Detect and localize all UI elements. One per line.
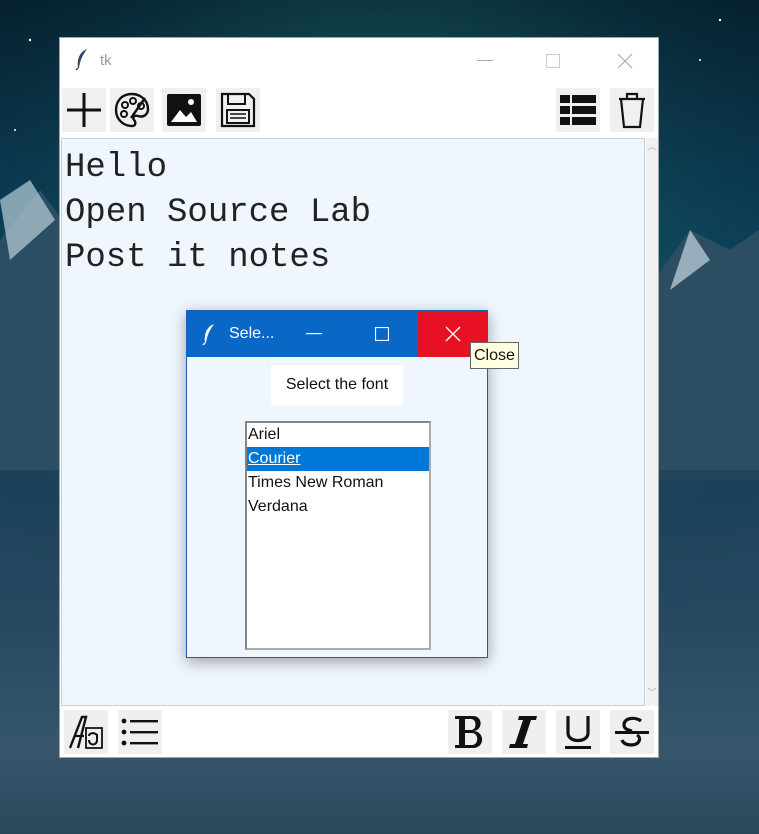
minimize-button[interactable] — [462, 38, 508, 84]
dialog-title-bar[interactable]: Sele... — [187, 311, 487, 357]
close-button[interactable] — [602, 38, 648, 84]
dialog-title: Sele... — [229, 325, 275, 342]
image-button[interactable] — [162, 88, 206, 132]
note-line: Hello — [65, 149, 168, 187]
dialog-minimize-button[interactable] — [291, 311, 337, 357]
feather-icon — [201, 323, 217, 349]
save-button[interactable] — [216, 88, 260, 132]
close-tooltip: Close — [470, 342, 519, 369]
palette-icon — [114, 92, 150, 128]
underline-button[interactable] — [556, 710, 600, 754]
list-item[interactable]: Verdana — [247, 495, 429, 519]
window-title: tk — [100, 52, 112, 69]
bullet-list-button[interactable] — [118, 710, 162, 754]
minimize-icon — [306, 333, 322, 335]
list-view-icon — [560, 95, 596, 125]
font-button[interactable] — [64, 710, 108, 754]
delete-button[interactable] — [610, 88, 654, 132]
bottom-toolbar — [60, 707, 658, 757]
note-line: Open Source Lab — [65, 194, 372, 232]
list-item[interactable]: Times New Roman — [247, 471, 429, 495]
font-listbox[interactable]: Ariel Courier Times New Roman Verdana — [245, 421, 431, 650]
save-icon — [220, 92, 256, 128]
italic-button[interactable] — [502, 710, 546, 754]
image-icon — [167, 94, 201, 126]
close-icon — [617, 53, 633, 69]
close-icon — [445, 326, 460, 342]
scroll-up-icon[interactable]: ︿ — [646, 142, 658, 154]
strikethrough-icon — [615, 716, 649, 747]
bold-button[interactable] — [448, 710, 492, 754]
bold-icon — [455, 716, 483, 748]
italic-icon — [509, 716, 537, 748]
note-line: Post it notes — [65, 239, 331, 277]
underline-icon — [565, 716, 591, 749]
font-icon — [68, 715, 103, 749]
color-button[interactable] — [110, 88, 154, 132]
bullet-list-icon — [121, 718, 158, 746]
list-item[interactable]: Ariel — [247, 423, 429, 447]
maximize-icon — [375, 327, 389, 341]
new-note-button[interactable] — [62, 88, 106, 132]
list-view-button[interactable] — [556, 88, 600, 132]
scroll-down-icon[interactable]: ﹀ — [646, 688, 658, 700]
title-bar[interactable]: tk — [60, 38, 658, 84]
dialog-label: Select the font — [271, 365, 403, 405]
list-item-selected[interactable]: Courier — [247, 447, 429, 471]
maximize-icon — [546, 54, 560, 68]
vertical-scrollbar[interactable]: ︿ ﹀ — [646, 138, 658, 706]
maximize-button[interactable] — [530, 38, 576, 84]
plus-icon — [67, 93, 101, 127]
feather-icon — [74, 48, 90, 74]
font-dialog: Sele... Select the font Ariel Courier Ti… — [186, 310, 488, 658]
strikethrough-button[interactable] — [610, 710, 654, 754]
top-toolbar — [60, 86, 658, 134]
dialog-maximize-button[interactable] — [359, 311, 405, 357]
trash-icon — [619, 92, 645, 129]
minimize-icon — [477, 60, 493, 61]
